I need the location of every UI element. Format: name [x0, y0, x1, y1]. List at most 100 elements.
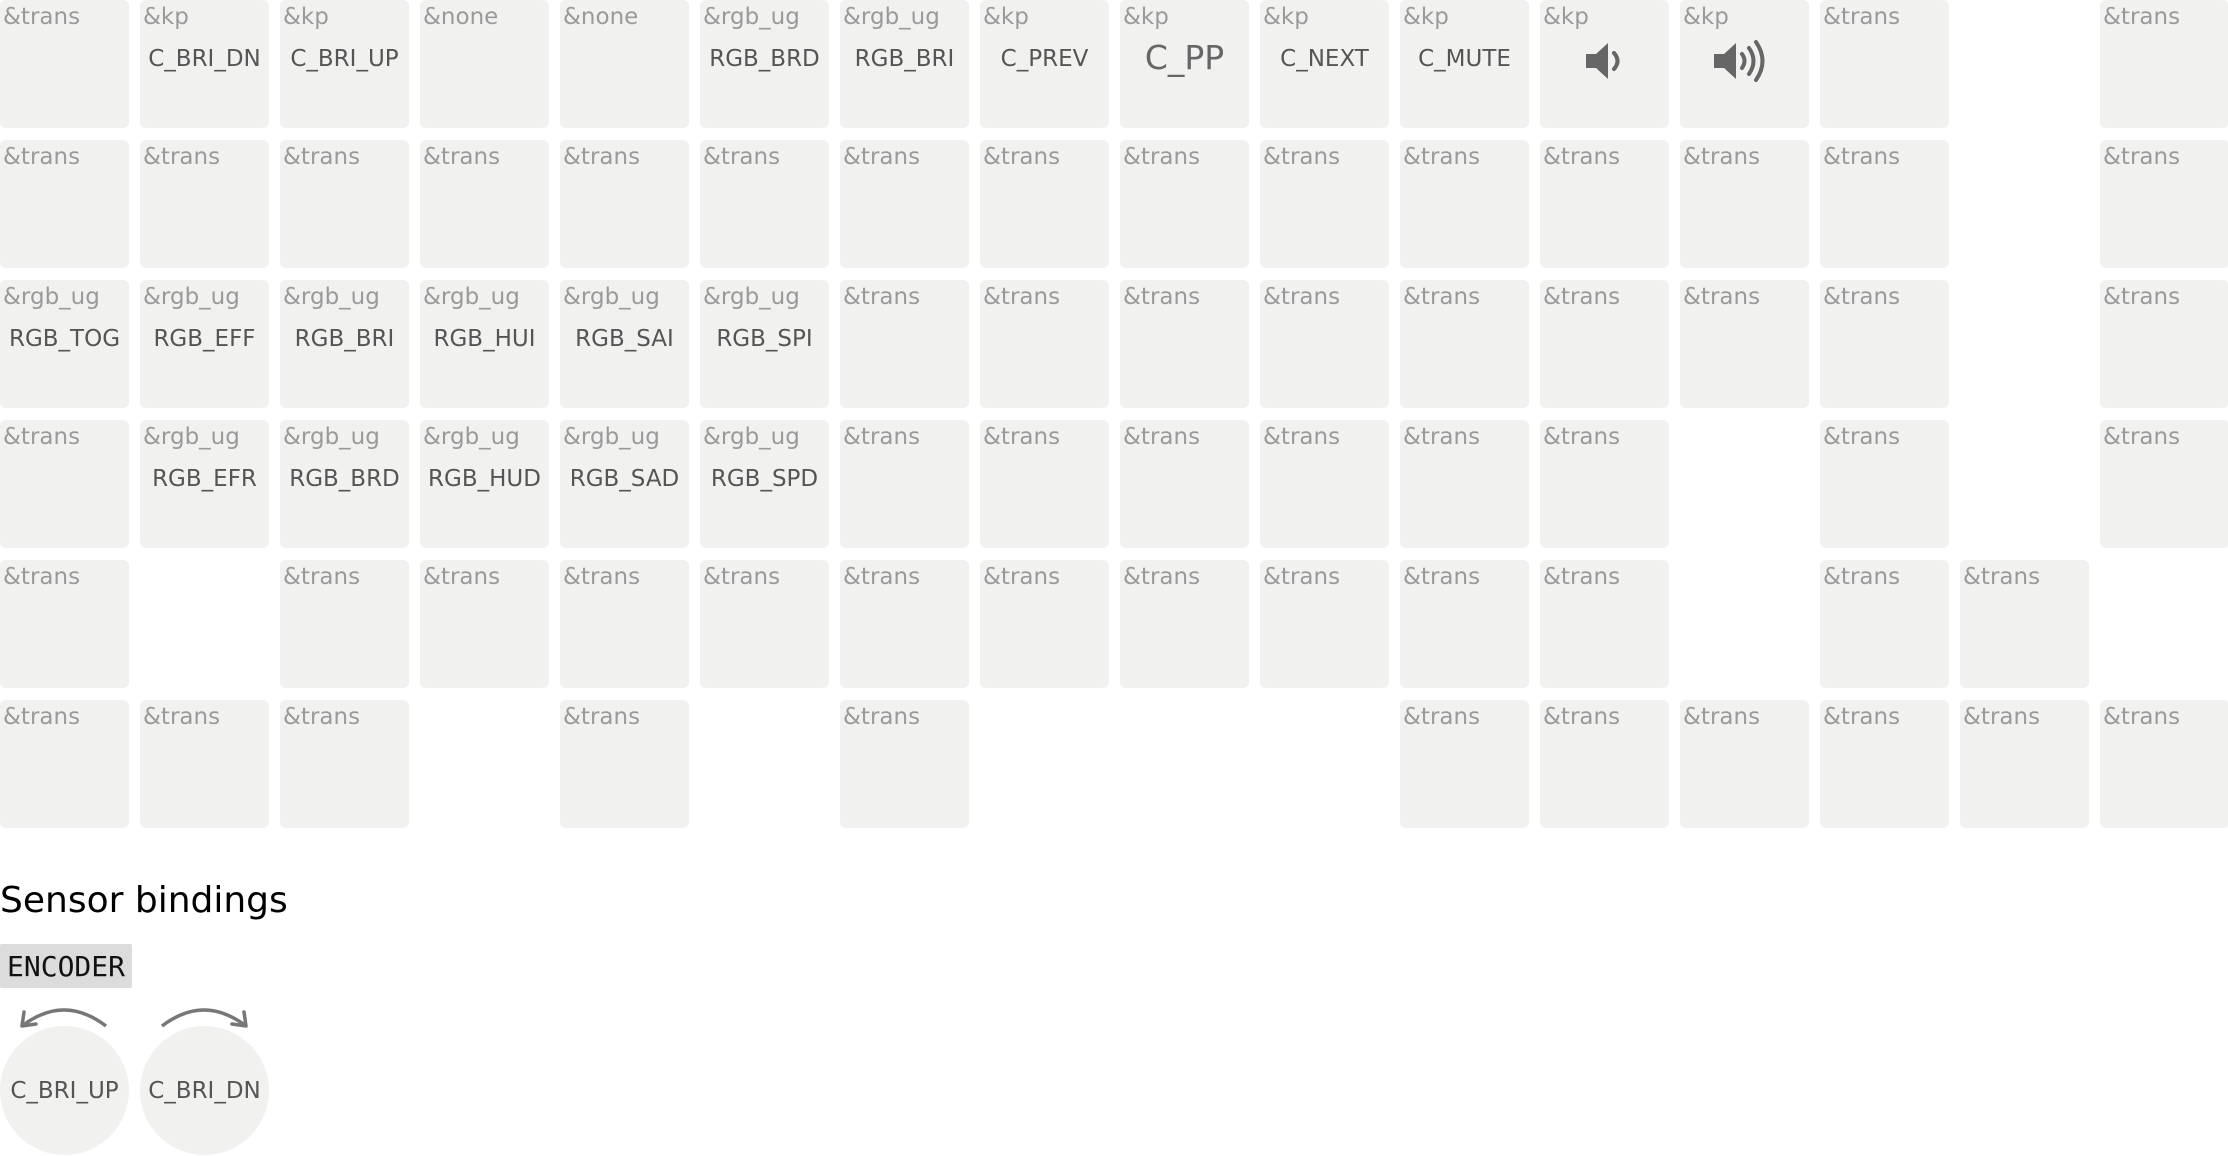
key-r2-c15[interactable]: &trans: [2100, 280, 2228, 408]
key-r4-c10[interactable]: &trans: [1400, 560, 1529, 688]
key-r4-c11[interactable]: &trans: [1540, 560, 1669, 688]
key-r5-c0[interactable]: &trans: [0, 700, 129, 828]
key-behavior-label: &kp: [143, 4, 189, 30]
key-r3-c0[interactable]: &trans: [0, 420, 129, 548]
key-r3-c2[interactable]: &rgb_ug RGB_BRD: [280, 420, 409, 548]
key-r0-c1[interactable]: &kp C_BRI_DN: [140, 0, 269, 128]
key-r0-c13[interactable]: &trans: [1820, 0, 1949, 128]
key-r5-c1[interactable]: &trans: [140, 700, 269, 828]
key-r5-c10[interactable]: &trans: [1400, 700, 1529, 828]
key-r2-c7[interactable]: &trans: [980, 280, 1109, 408]
key-behavior-label: &trans: [843, 424, 921, 450]
key-r4-c3[interactable]: &trans: [420, 560, 549, 688]
key-r4-c0[interactable]: &trans: [0, 560, 129, 688]
key-behavior-label: &trans: [1963, 564, 2041, 590]
key-r3-c7[interactable]: &trans: [980, 420, 1109, 548]
key-r4-c4[interactable]: &trans: [560, 560, 689, 688]
key-r5-c6[interactable]: &trans: [840, 700, 969, 828]
key-r2-c4[interactable]: &rgb_ug RGB_SAI: [560, 280, 689, 408]
key-r3-c3[interactable]: &rgb_ug RGB_HUD: [420, 420, 549, 548]
key-r5-c14[interactable]: &trans: [1960, 700, 2089, 828]
key-r1-c9[interactable]: &trans: [1260, 140, 1389, 268]
key-r2-c10[interactable]: &trans: [1400, 280, 1529, 408]
key-r2-c8[interactable]: &trans: [1120, 280, 1249, 408]
key-r5-c15[interactable]: &trans: [2100, 700, 2228, 828]
key-r3-c13[interactable]: &trans: [1820, 420, 1949, 548]
key-r0-c7[interactable]: &kp C_PREV: [980, 0, 1109, 128]
key-param-label: RGB_TOG: [8, 326, 121, 352]
key-r1-c10[interactable]: &trans: [1400, 140, 1529, 268]
key-r4-c8[interactable]: &trans: [1120, 560, 1249, 688]
key-r0-c8[interactable]: &kp C_PP: [1120, 0, 1249, 128]
key-r4-c5[interactable]: &trans: [700, 560, 829, 688]
key-r3-c9[interactable]: &trans: [1260, 420, 1389, 548]
key-r3-c5[interactable]: &rgb_ug RGB_SPD: [700, 420, 829, 548]
key-r0-c3[interactable]: &none: [420, 0, 549, 128]
key-r3-c8[interactable]: &trans: [1120, 420, 1249, 548]
key-r1-c15[interactable]: &trans: [2100, 140, 2228, 268]
key-r1-c2[interactable]: &trans: [280, 140, 409, 268]
key-behavior-label: &trans: [1403, 704, 1481, 730]
key-r1-c12[interactable]: &trans: [1680, 140, 1809, 268]
key-r2-c5[interactable]: &rgb_ug RGB_SPI: [700, 280, 829, 408]
key-r2-c11[interactable]: &trans: [1540, 280, 1669, 408]
key-r3-c15[interactable]: &trans: [2100, 420, 2228, 548]
key-behavior-label: &rgb_ug: [143, 284, 240, 310]
key-behavior-label: &rgb_ug: [563, 284, 660, 310]
key-r4-c14[interactable]: &trans: [1960, 560, 2089, 688]
key-r5-c4[interactable]: &trans: [560, 700, 689, 828]
key-r4-c9[interactable]: &trans: [1260, 560, 1389, 688]
key-behavior-label: &trans: [1823, 4, 1901, 30]
key-r5-c11[interactable]: &trans: [1540, 700, 1669, 828]
key-r1-c5[interactable]: &trans: [700, 140, 829, 268]
key-r1-c3[interactable]: &trans: [420, 140, 549, 268]
key-r3-c1[interactable]: &rgb_ug RGB_EFR: [140, 420, 269, 548]
key-r2-c0[interactable]: &rgb_ug RGB_TOG: [0, 280, 129, 408]
key-r0-c15[interactable]: &trans: [2100, 0, 2228, 128]
key-r1-c6[interactable]: &trans: [840, 140, 969, 268]
encoder-knob-cw[interactable]: C_BRI_DN: [140, 1026, 269, 1155]
key-r4-c6[interactable]: &trans: [840, 560, 969, 688]
key-r0-c2[interactable]: &kp C_BRI_UP: [280, 0, 409, 128]
key-r2-c12[interactable]: &trans: [1680, 280, 1809, 408]
key-r4-c13[interactable]: &trans: [1820, 560, 1949, 688]
key-r0-c6[interactable]: &rgb_ug RGB_BRI: [840, 0, 969, 128]
key-r1-c13[interactable]: &trans: [1820, 140, 1949, 268]
key-r2-c1[interactable]: &rgb_ug RGB_EFF: [140, 280, 269, 408]
key-r1-c7[interactable]: &trans: [980, 140, 1109, 268]
key-behavior-label: &trans: [423, 144, 501, 170]
key-r2-c6[interactable]: &trans: [840, 280, 969, 408]
key-param-label: C_BRI_UP: [290, 46, 399, 72]
key-r1-c11[interactable]: &trans: [1540, 140, 1669, 268]
key-r0-c9[interactable]: &kp C_NEXT: [1260, 0, 1389, 128]
key-r2-c3[interactable]: &rgb_ug RGB_HUI: [420, 280, 549, 408]
key-r0-c11[interactable]: &kp: [1540, 0, 1669, 128]
key-r3-c6[interactable]: &trans: [840, 420, 969, 548]
key-r0-c0[interactable]: &trans: [0, 0, 129, 128]
key-r4-c7[interactable]: &trans: [980, 560, 1109, 688]
key-param-label: C_BRI_DN: [148, 46, 261, 72]
key-behavior-label: &trans: [983, 424, 1061, 450]
key-behavior-label: &trans: [1963, 704, 2041, 730]
key-r0-c12[interactable]: &kp: [1680, 0, 1809, 128]
key-r3-c10[interactable]: &trans: [1400, 420, 1529, 548]
key-r1-c1[interactable]: &trans: [140, 140, 269, 268]
encoder-knob-ccw[interactable]: C_BRI_UP: [0, 1026, 129, 1155]
key-r0-c5[interactable]: &rgb_ug RGB_BRD: [700, 0, 829, 128]
key-r3-c4[interactable]: &rgb_ug RGB_SAD: [560, 420, 689, 548]
key-r5-c13[interactable]: &trans: [1820, 700, 1949, 828]
key-r3-c11[interactable]: &trans: [1540, 420, 1669, 548]
key-r2-c9[interactable]: &trans: [1260, 280, 1389, 408]
key-param-label: RGB_SAI: [575, 326, 674, 352]
key-r1-c4[interactable]: &trans: [560, 140, 689, 268]
key-r0-c10[interactable]: &kp C_MUTE: [1400, 0, 1529, 128]
key-r1-c0[interactable]: &trans: [0, 140, 129, 268]
key-r4-c2[interactable]: &trans: [280, 560, 409, 688]
key-r2-c13[interactable]: &trans: [1820, 280, 1949, 408]
key-r2-c2[interactable]: &rgb_ug RGB_BRI: [280, 280, 409, 408]
key-behavior-label: &trans: [2103, 144, 2181, 170]
key-r1-c8[interactable]: &trans: [1120, 140, 1249, 268]
key-r5-c2[interactable]: &trans: [280, 700, 409, 828]
key-r5-c12[interactable]: &trans: [1680, 700, 1809, 828]
key-r0-c4[interactable]: &none: [560, 0, 689, 128]
